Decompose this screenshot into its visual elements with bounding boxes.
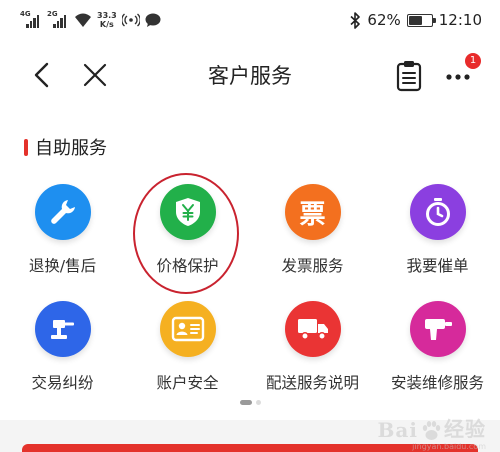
clock: 12:10 [438, 11, 482, 29]
service-label: 价格保护 [156, 257, 219, 275]
signal-icon: 2G [47, 10, 69, 29]
wrench-icon [34, 184, 91, 240]
service-item-urge-order[interactable]: 我要催单 [375, 184, 500, 276]
nav-bar: 客户服务 1 [0, 48, 500, 104]
status-bar-left: 4G 2G 33.3 K/s [20, 6, 161, 34]
service-item-invoice[interactable]: 票 发票服务 [250, 184, 375, 276]
service-label: 发票服务 [281, 257, 344, 275]
page-title: 客户服务 [208, 64, 292, 88]
service-item-installation-repair[interactable]: 安装维修服务 [375, 301, 500, 393]
status-bar-right: 62% 12:10 [350, 8, 482, 32]
stopwatch-icon [409, 184, 466, 240]
yuan-shield-icon [159, 184, 216, 240]
service-label: 配送服务说明 [265, 374, 359, 392]
section-heading: 自助服务 [24, 134, 107, 160]
service-label: 我要催单 [406, 257, 469, 275]
close-icon[interactable] [80, 60, 110, 90]
signal-icon: 4G [20, 10, 42, 29]
invoice-glyph: 票 [299, 199, 326, 230]
speed-value: 33.3 [97, 11, 117, 20]
service-label: 交易纠纷 [31, 374, 94, 392]
section-accent-bar [24, 138, 28, 156]
service-item-returns[interactable]: 退换/售后 [0, 184, 125, 276]
id-card-icon [159, 301, 216, 357]
bluetooth-icon [350, 11, 361, 29]
service-item-account-security[interactable]: 账户安全 [125, 301, 250, 393]
section-title: 自助服务 [35, 138, 107, 159]
page-indicator [0, 400, 500, 405]
back-arrow-icon[interactable] [28, 60, 58, 90]
page-dot-active [239, 400, 252, 405]
service-item-delivery-info[interactable]: 配送服务说明 [250, 301, 375, 393]
speed-unit: K/s [99, 20, 114, 29]
wifi-icon [75, 13, 91, 27]
truck-icon [284, 301, 341, 357]
battery-icon [406, 13, 436, 27]
gavel-icon [34, 301, 91, 357]
hotspot-icon [121, 13, 140, 27]
invoice-icon: 票 [284, 184, 341, 240]
status-bar: 4G 2G 33.3 K/s 62% 12:10 [0, 0, 500, 40]
clipboard-icon[interactable] [394, 59, 424, 93]
service-label: 账户安全 [156, 374, 219, 392]
notification-badge: 1 [465, 53, 481, 69]
message-icon [145, 13, 161, 27]
service-label: 安装维修服务 [390, 374, 484, 392]
service-item-price-protection[interactable]: 价格保护 [125, 184, 250, 276]
network-speed: 33.3 K/s [97, 11, 117, 29]
drill-icon [409, 301, 466, 357]
service-item-dispute[interactable]: 交易纠纷 [0, 301, 125, 393]
page-dot [255, 400, 261, 405]
bottom-red-banner[interactable] [22, 444, 478, 452]
service-label: 退换/售后 [28, 257, 97, 275]
battery-percent: 62% [367, 11, 401, 29]
